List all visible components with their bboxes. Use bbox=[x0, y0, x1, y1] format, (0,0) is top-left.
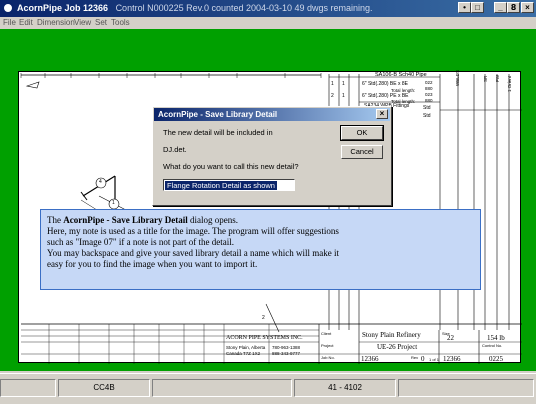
job-number-right: 12366 bbox=[443, 355, 461, 363]
detail-name-input-value[interactable]: Flange Rotation Detail as shown bbox=[165, 181, 277, 190]
project-value: UE-26 Project bbox=[377, 343, 418, 351]
weight-value: 154 lb bbox=[487, 334, 505, 342]
menu-edit[interactable]: Edit bbox=[19, 18, 33, 27]
callout-line-1-bold: AcornPipe - Save Library Detail bbox=[63, 215, 188, 225]
project-label: Project bbox=[321, 343, 334, 348]
tutorial-callout: The AcornPipe - Save Library Detail dial… bbox=[40, 209, 481, 290]
client-label: Client bbox=[321, 331, 332, 336]
callout-line-1-suffix: dialog opens. bbox=[187, 215, 238, 225]
company-phone-1: 780-963-1388 bbox=[272, 345, 301, 350]
detail-name-input[interactable]: Flange Rotation Detail as shown bbox=[163, 179, 295, 191]
menu-tools[interactable]: Tools bbox=[111, 18, 130, 27]
control-label: Control No. bbox=[482, 343, 503, 348]
company-name: ACORN PIPE SYSTEMS INC. bbox=[226, 335, 303, 341]
ok-button[interactable]: OK bbox=[340, 125, 384, 141]
vert-header-welds: WELDS bbox=[455, 69, 460, 86]
callout-line-2: Here, my note is used as a title for the… bbox=[47, 226, 339, 236]
save-library-detail-dialog: AcornPipe - Save Library Detail × The ne… bbox=[152, 106, 392, 206]
window-title-bar[interactable]: AcornPipe Job 12366 Control N000225 Rev.… bbox=[0, 0, 536, 17]
dialog-close-button[interactable]: × bbox=[376, 109, 388, 119]
vert-header-fw: FW bbox=[495, 75, 500, 82]
bom-std-1: Std bbox=[423, 105, 431, 111]
job-value: 12366 bbox=[361, 355, 379, 363]
status-panel-empty-1 bbox=[0, 379, 56, 397]
callout-line-3: such as "Image 07" if a note is not part… bbox=[47, 237, 235, 247]
callout-line-5: easy for you to find the image when you … bbox=[47, 259, 258, 269]
control-value: 0225 bbox=[489, 355, 503, 363]
menu-bar: File Edit Dimension View Set Tools bbox=[0, 17, 536, 29]
status-panel-code: CC4B bbox=[58, 379, 150, 397]
status-bar: CC4B 41 - 4102 bbox=[0, 373, 536, 404]
rev-value: 0 bbox=[421, 355, 425, 363]
bom-row-2-extra: 880 bbox=[425, 98, 433, 103]
dialog-message-line-3: What do you want to call this new detail… bbox=[163, 162, 299, 171]
balloon-2: 2 bbox=[262, 315, 265, 321]
window-title: AcornPipe Job 12366 Control N000225 Rev.… bbox=[17, 3, 373, 13]
extra-window-button[interactable]: • bbox=[458, 2, 471, 13]
close-window-button[interactable]: × bbox=[521, 2, 534, 13]
bom-row-2-qty: 1 bbox=[342, 93, 345, 99]
bom-row-1-qty: 1 bbox=[342, 81, 345, 87]
bom-row-1-desc: 6" Std(.280) BE x 8E bbox=[362, 81, 408, 87]
sheet-value: 1 of 1 bbox=[429, 357, 440, 362]
balloon-1: 1 bbox=[112, 200, 115, 206]
balloon-4: 4 bbox=[99, 179, 102, 185]
status-panel-coords: 41 - 4102 bbox=[294, 379, 396, 397]
bom-row-1-extra: 880 bbox=[425, 86, 433, 91]
job-label: Job No. bbox=[321, 355, 335, 360]
vert-header-sr: SR bbox=[483, 75, 488, 82]
menu-dimension[interactable]: Dimension bbox=[37, 18, 75, 27]
bom-row-1-total: 022 bbox=[425, 80, 433, 85]
app-icon[interactable] bbox=[2, 2, 14, 14]
bom-row-2-item: 2 bbox=[331, 93, 334, 99]
restore-small-button[interactable]: □ bbox=[471, 2, 484, 13]
bom-row-1-item: 1 bbox=[331, 81, 334, 87]
vert-header-orient: 1 Orient bbox=[507, 75, 512, 92]
menu-view[interactable]: View bbox=[74, 18, 91, 27]
status-panel-empty-3 bbox=[398, 379, 534, 397]
window-title-app: AcornPipe Job 12366 bbox=[17, 3, 109, 13]
dialog-message-line-2: DJ.det. bbox=[163, 145, 187, 154]
menu-file[interactable]: File bbox=[3, 18, 16, 27]
menu-set[interactable]: Set bbox=[95, 18, 107, 27]
bom-std-2: Std bbox=[423, 113, 431, 119]
cancel-button[interactable]: Cancel bbox=[341, 145, 383, 159]
callout-line-4: You may backspace and give your saved li… bbox=[47, 248, 339, 258]
dialog-message-line-1: The new detail will be included in bbox=[163, 128, 273, 137]
dialog-title[interactable]: AcornPipe - Save Library Detail bbox=[154, 108, 390, 121]
company-address-2: Canada T7Z 1X2 bbox=[226, 351, 261, 356]
company-phone-2: 888-343-9777 bbox=[272, 351, 301, 356]
callout-line-1: The AcornPipe - Save Library Detail dial… bbox=[47, 215, 474, 226]
callout-line-1-prefix: The bbox=[47, 215, 64, 225]
maximize-button[interactable]: 8 bbox=[507, 2, 520, 13]
window-title-detail: Control N000225 Rev.0 counted 2004-03-10… bbox=[115, 3, 373, 13]
status-panel-empty-2 bbox=[152, 379, 292, 397]
bom-row-2-total: 023 bbox=[425, 92, 433, 97]
rev-label: Rev bbox=[411, 355, 419, 360]
size-value: 22 bbox=[447, 334, 454, 342]
client-value: Stony Plain Refinery bbox=[362, 331, 421, 339]
company-address-1: Stony Plain, Alberta bbox=[226, 345, 266, 350]
minimize-button[interactable]: _ bbox=[494, 2, 507, 13]
bom-heading: SA106-B Sch40 Pipe bbox=[375, 72, 427, 78]
